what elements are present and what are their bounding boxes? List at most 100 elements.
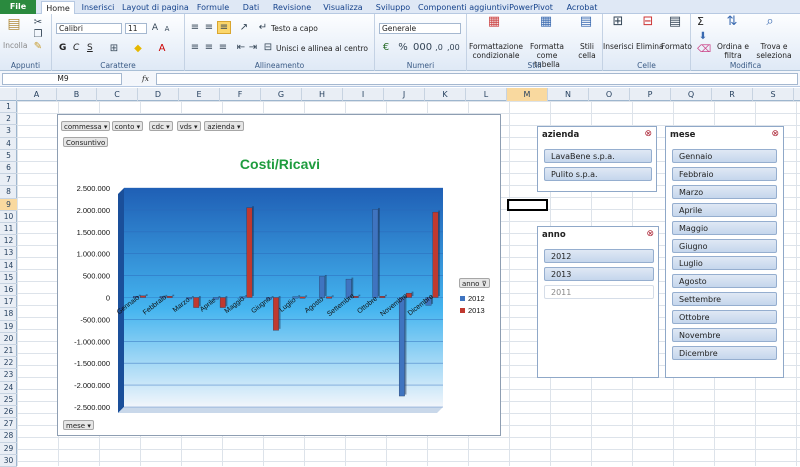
- row-header-21[interactable]: 21: [0, 345, 17, 358]
- row-header-28[interactable]: 28: [0, 430, 17, 443]
- decrease-indent-icon[interactable]: ⇤: [235, 42, 247, 54]
- font-name-select[interactable]: Calibri: [56, 23, 122, 34]
- borders-icon[interactable]: ⊞: [108, 43, 120, 55]
- wrap-text-button[interactable]: Testo a capo: [271, 24, 318, 33]
- format-cells-button[interactable]: Formato: [661, 42, 692, 51]
- row-header-7[interactable]: 7: [0, 174, 17, 187]
- paste-button[interactable]: Incolla: [3, 41, 27, 50]
- row-header-1[interactable]: 1: [0, 101, 17, 114]
- column-header-D[interactable]: D: [138, 88, 179, 101]
- slicer-item[interactable]: Pulito s.p.a.: [544, 167, 652, 181]
- row-header-12[interactable]: 12: [0, 235, 17, 248]
- tab-inserisci[interactable]: Inserisci: [78, 1, 118, 14]
- column-header-K[interactable]: K: [425, 88, 466, 101]
- clear-icon[interactable]: ⌫: [697, 44, 711, 56]
- row-header-2[interactable]: 2: [0, 113, 17, 126]
- thousands-icon[interactable]: 000: [413, 42, 432, 54]
- align-center-icon[interactable]: ≡: [203, 42, 215, 54]
- sort-filter-icon[interactable]: ⇅: [723, 15, 741, 28]
- row-header-18[interactable]: 18: [0, 308, 17, 321]
- slicer-item[interactable]: Settembre: [672, 292, 777, 307]
- delete-cells-icon[interactable]: ⊟: [639, 15, 657, 28]
- tab-layout[interactable]: Layout di pagina: [122, 1, 189, 14]
- fill-icon[interactable]: ⬇: [697, 31, 709, 43]
- column-header-O[interactable]: O: [589, 88, 630, 101]
- row-header-13[interactable]: 13: [0, 247, 17, 260]
- select-all-corner[interactable]: [0, 88, 17, 101]
- align-bottom-icon[interactable]: ≡: [217, 21, 231, 34]
- cut-icon[interactable]: ✂: [32, 17, 44, 29]
- row-header-27[interactable]: 27: [0, 418, 17, 431]
- row-header-4[interactable]: 4: [0, 138, 17, 150]
- column-header-B[interactable]: B: [57, 88, 97, 101]
- orientation-icon[interactable]: ↗: [237, 22, 251, 34]
- column-header-S[interactable]: S: [753, 88, 794, 101]
- bold-button[interactable]: G: [59, 44, 66, 53]
- tab-componenti[interactable]: Componenti aggiuntivi: [418, 1, 509, 14]
- slicer-item[interactable]: 2011: [544, 285, 654, 299]
- tab-acrobat[interactable]: Acrobat: [562, 1, 602, 14]
- underline-button[interactable]: S: [87, 44, 93, 53]
- grow-font-icon[interactable]: A: [150, 22, 160, 34]
- column-header-I[interactable]: I: [343, 88, 384, 101]
- cell-styles-icon[interactable]: ▤: [577, 15, 595, 28]
- number-format-select[interactable]: Generale: [379, 23, 461, 34]
- slicer-item[interactable]: Luglio: [672, 256, 777, 271]
- column-header-C[interactable]: C: [97, 88, 138, 101]
- tab-powerpivot[interactable]: PowerPivot: [506, 1, 556, 14]
- row-header-14[interactable]: 14: [0, 260, 17, 272]
- fill-color-icon[interactable]: ◆: [132, 43, 144, 55]
- row-header-25[interactable]: 25: [0, 394, 17, 406]
- clear-filter-icon[interactable]: ⊗: [646, 229, 654, 239]
- clear-filter-icon[interactable]: ⊗: [771, 129, 779, 139]
- font-color-icon[interactable]: A: [156, 43, 168, 55]
- align-middle-icon[interactable]: ≡: [203, 22, 215, 34]
- italic-button[interactable]: C: [73, 44, 79, 53]
- column-header-G[interactable]: G: [261, 88, 302, 101]
- row-header-9[interactable]: 9: [0, 198, 17, 211]
- row-header-8[interactable]: 8: [0, 186, 17, 199]
- row-header-3[interactable]: 3: [0, 125, 17, 138]
- legend-field-button[interactable]: anno ⊽: [459, 278, 490, 288]
- name-box[interactable]: M9: [2, 73, 122, 85]
- slicer-item[interactable]: Marzo: [672, 184, 777, 199]
- increase-decimal-icon[interactable]: ,0: [433, 42, 445, 54]
- tab-formule[interactable]: Formule: [194, 1, 232, 14]
- merge-center-button[interactable]: Unisci e allinea al centro: [276, 44, 368, 53]
- column-header-A[interactable]: A: [17, 88, 57, 101]
- slicer-item[interactable]: Aprile: [672, 202, 777, 217]
- sort-filter-button[interactable]: Ordina e filtra: [716, 42, 750, 60]
- merge-icon[interactable]: ⊟: [262, 42, 274, 54]
- slicer-item[interactable]: 2012: [544, 249, 654, 263]
- tab-sviluppo[interactable]: Sviluppo: [372, 1, 414, 14]
- slicer-item[interactable]: Maggio: [672, 220, 777, 235]
- font-size-select[interactable]: 11: [125, 23, 147, 34]
- conditional-format-button[interactable]: Formattazione condizionale: [469, 42, 523, 60]
- decrease-decimal-icon[interactable]: ,00: [447, 42, 460, 54]
- tab-revisione[interactable]: Revisione: [270, 1, 314, 14]
- slicer-item[interactable]: Agosto: [672, 274, 777, 289]
- clear-filter-icon[interactable]: ⊗: [644, 129, 652, 139]
- shrink-font-icon[interactable]: A: [162, 23, 172, 35]
- row-header-26[interactable]: 26: [0, 406, 17, 419]
- row-header-23[interactable]: 23: [0, 369, 17, 382]
- tab-dati[interactable]: Dati: [238, 1, 264, 14]
- column-header-P[interactable]: P: [630, 88, 671, 101]
- row-header-22[interactable]: 22: [0, 357, 17, 370]
- align-left-icon[interactable]: ≡: [189, 42, 201, 54]
- slicer-item[interactable]: LavaBene s.p.a.: [544, 149, 652, 163]
- row-header-6[interactable]: 6: [0, 162, 17, 175]
- copy-icon[interactable]: ❐: [32, 29, 44, 41]
- column-header-L[interactable]: L: [466, 88, 507, 101]
- tab-home[interactable]: Home: [41, 1, 75, 14]
- find-select-button[interactable]: Trova e seleziona: [751, 42, 797, 60]
- format-painter-icon[interactable]: ✎: [32, 41, 44, 53]
- insert-cells-icon[interactable]: ⊞: [609, 15, 627, 28]
- tab-visualizza[interactable]: Visualizza: [320, 1, 366, 14]
- column-header-R[interactable]: R: [712, 88, 753, 101]
- active-cell[interactable]: [507, 198, 548, 211]
- align-top-icon[interactable]: ≡: [189, 22, 201, 34]
- row-header-16[interactable]: 16: [0, 284, 17, 297]
- slicer-item[interactable]: Novembre: [672, 328, 777, 342]
- wrap-text-icon[interactable]: ↵: [257, 22, 269, 34]
